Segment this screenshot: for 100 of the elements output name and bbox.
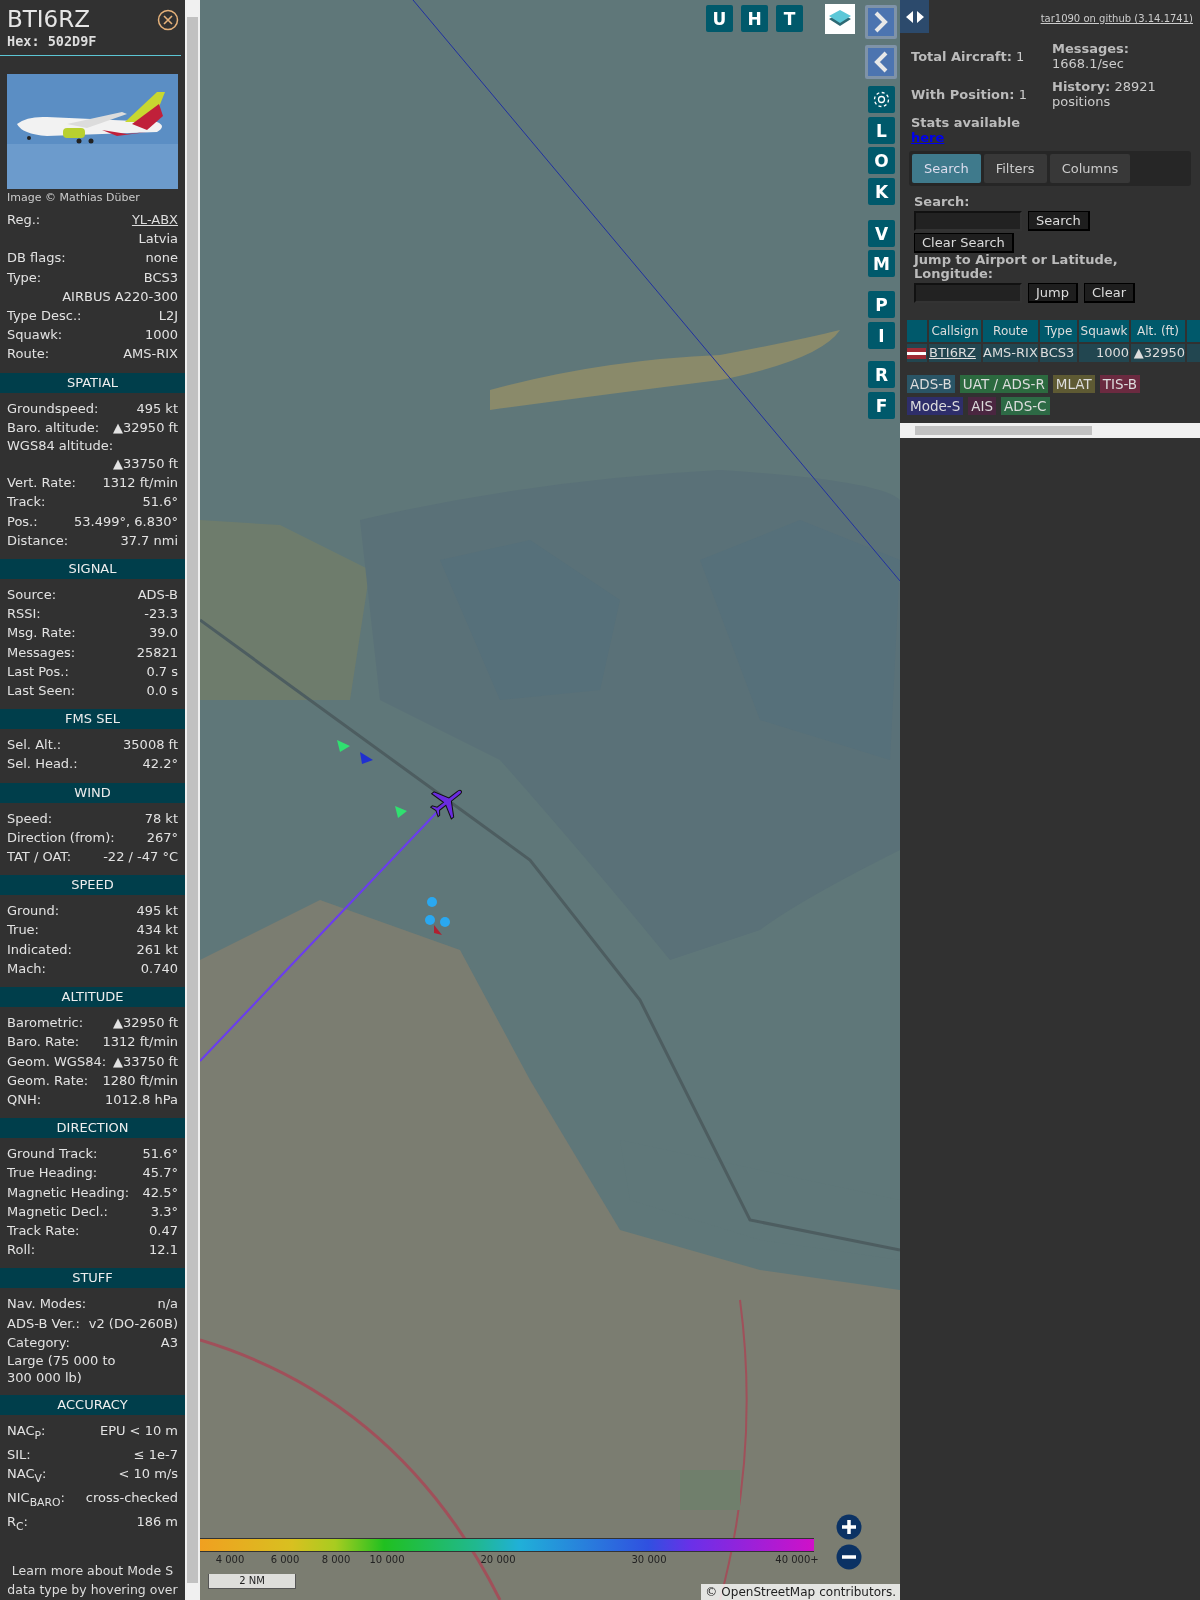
collapse-left-icon[interactable] bbox=[865, 45, 897, 79]
field-label: Source: bbox=[7, 586, 57, 605]
clear-button[interactable]: Clear bbox=[1084, 283, 1135, 303]
field-label: True Heading: bbox=[7, 1164, 98, 1183]
field-label: Geom. Rate: bbox=[7, 1071, 89, 1090]
section-header: FMS SEL bbox=[0, 709, 185, 730]
map-toggle-button[interactable]: L bbox=[868, 117, 895, 144]
hex-code: Hex: 502D9F bbox=[0, 33, 181, 56]
attribution-link[interactable]: OpenStreetMap bbox=[721, 1585, 816, 1599]
layers-icon[interactable] bbox=[825, 4, 855, 34]
field-value: 45.7° bbox=[142, 1164, 178, 1183]
jump-field[interactable] bbox=[914, 283, 1022, 303]
field-value: Latvia bbox=[138, 231, 178, 247]
vertical-scrollbar[interactable] bbox=[185, 0, 200, 1600]
stat-text: With Position: 1 bbox=[911, 86, 1028, 102]
field-value: AMS-RIX bbox=[123, 345, 178, 364]
field-label: ADS-B Ver.: bbox=[7, 1314, 80, 1333]
field-value: ▲33750 ft bbox=[113, 1052, 178, 1071]
clear-search-button[interactable]: Clear Search bbox=[914, 233, 1014, 253]
field-label: Speed: bbox=[7, 809, 53, 828]
column-header[interactable]: Alt. (ft) bbox=[1131, 320, 1185, 342]
close-icon[interactable] bbox=[157, 9, 179, 31]
field-value: 78 kt bbox=[144, 809, 178, 828]
field-label: Squawk: bbox=[7, 326, 63, 345]
field-label: Baro. Rate: bbox=[7, 1033, 80, 1052]
stat-text: History: 28921 positions bbox=[1052, 79, 1157, 109]
legend-label: 20 000 bbox=[480, 1554, 516, 1565]
section-header: SPEED bbox=[0, 875, 185, 896]
aircraft-marker-icon[interactable] bbox=[360, 752, 373, 764]
map-toggle-button[interactable]: R bbox=[868, 361, 895, 388]
field-value: ≤ 1e-7 bbox=[133, 1445, 178, 1464]
field-value: 434 kt bbox=[136, 921, 178, 940]
map-toggle-button[interactable]: H bbox=[741, 5, 768, 32]
marker-cluster-icon[interactable] bbox=[425, 897, 450, 935]
column-header[interactable]: Squawk bbox=[1079, 320, 1129, 342]
map-toggle-button[interactable]: P bbox=[868, 291, 895, 318]
sidebar-toggle-button[interactable] bbox=[900, 0, 929, 33]
github-link[interactable]: tar1090 on github (3.14.1741) bbox=[1040, 13, 1193, 24]
map-toggle-button[interactable]: M bbox=[868, 250, 895, 277]
field-label: Magnetic Decl.: bbox=[7, 1202, 108, 1221]
field-value: 0.740 bbox=[140, 959, 178, 978]
field-value: 1000 bbox=[144, 326, 178, 345]
field-label: TAT / OAT: bbox=[7, 848, 72, 867]
field-value: 495 kt bbox=[136, 399, 178, 418]
search-field[interactable] bbox=[914, 211, 1022, 231]
settings-icon[interactable] bbox=[868, 86, 895, 113]
zoom-in-icon[interactable] bbox=[836, 1514, 862, 1540]
aircraft-marker-icon[interactable] bbox=[395, 806, 407, 818]
field-label: RSSI: bbox=[7, 605, 41, 624]
expand-right-icon[interactable] bbox=[865, 5, 897, 39]
field-label: Pos.: bbox=[7, 512, 38, 531]
tab[interactable]: Columns bbox=[1049, 154, 1131, 183]
field-value: -23.3 bbox=[144, 605, 178, 624]
map-toggle-button[interactable]: O bbox=[868, 147, 895, 174]
callsign-link[interactable]: BTI6RZ bbox=[929, 345, 976, 360]
map-toggle-button[interactable]: I bbox=[868, 322, 895, 349]
field-value: cross-checked bbox=[85, 1488, 178, 1507]
registration-link[interactable]: YL-ABX bbox=[131, 210, 178, 230]
aircraft-marker-icon[interactable] bbox=[337, 740, 350, 752]
jump-label: Jump to Airport or Latitude, Longitude: bbox=[914, 253, 1119, 281]
airplane-icon[interactable] bbox=[430, 789, 463, 820]
field-value: ADS-B bbox=[137, 586, 178, 605]
tab[interactable]: Filters bbox=[983, 154, 1047, 183]
field-label: NAC$_{V}$: bbox=[7, 1464, 47, 1487]
zoom-out-icon[interactable] bbox=[836, 1544, 862, 1570]
field-value: 1312 ft/min bbox=[102, 474, 178, 493]
column-header[interactable]: Route bbox=[983, 320, 1038, 342]
column-header[interactable]: Type bbox=[1040, 320, 1077, 342]
map-toggle-button[interactable]: K bbox=[868, 178, 895, 205]
map-toggle-button[interactable]: F bbox=[868, 392, 895, 419]
tab[interactable]: Search bbox=[912, 154, 981, 183]
field-label: Track: bbox=[7, 493, 46, 512]
source-tag: UAT / ADS-R bbox=[959, 375, 1048, 393]
field-label: Sel. Alt.: bbox=[7, 736, 62, 755]
field-value: 1312 ft/min bbox=[102, 1033, 178, 1052]
jump-button[interactable]: Jump bbox=[1028, 283, 1078, 303]
source-tag: MLAT bbox=[1052, 375, 1095, 393]
field-value: 12.1 bbox=[149, 1241, 178, 1260]
search-button[interactable]: Search bbox=[1028, 211, 1090, 231]
field-label: Last Seen: bbox=[7, 682, 76, 701]
source-tag: TIS-B bbox=[1099, 375, 1141, 393]
field-label: SIL: bbox=[7, 1445, 31, 1464]
field-value: 1280 ft/min bbox=[102, 1071, 178, 1090]
field-label: Track Rate: bbox=[7, 1221, 80, 1240]
map-toggle-button[interactable]: U bbox=[706, 5, 733, 32]
legend-label: 30 000 bbox=[631, 1554, 667, 1565]
field-value: A3 bbox=[160, 1333, 178, 1352]
field-value: 51.6° bbox=[142, 1145, 178, 1164]
field-label: Mach: bbox=[7, 959, 46, 978]
column-header[interactable]: Callsign bbox=[929, 320, 981, 342]
field-label: NIC$_{BARO}$: bbox=[7, 1488, 65, 1511]
field-label: Category: bbox=[7, 1333, 70, 1352]
field-label: Baro. altitude: bbox=[7, 418, 100, 437]
field-label: Last Pos.: bbox=[7, 662, 69, 681]
map-toggle-button[interactable]: T bbox=[776, 5, 803, 32]
field-label: Magnetic Heading: bbox=[7, 1183, 130, 1202]
map-toggle-button[interactable]: V bbox=[868, 220, 895, 247]
help-text: Learn more about Mode S data type by hovering over bbox=[6, 1562, 179, 1600]
horizontal-scrollbar[interactable] bbox=[900, 423, 1200, 438]
field-label: Nav. Modes: bbox=[7, 1295, 87, 1314]
